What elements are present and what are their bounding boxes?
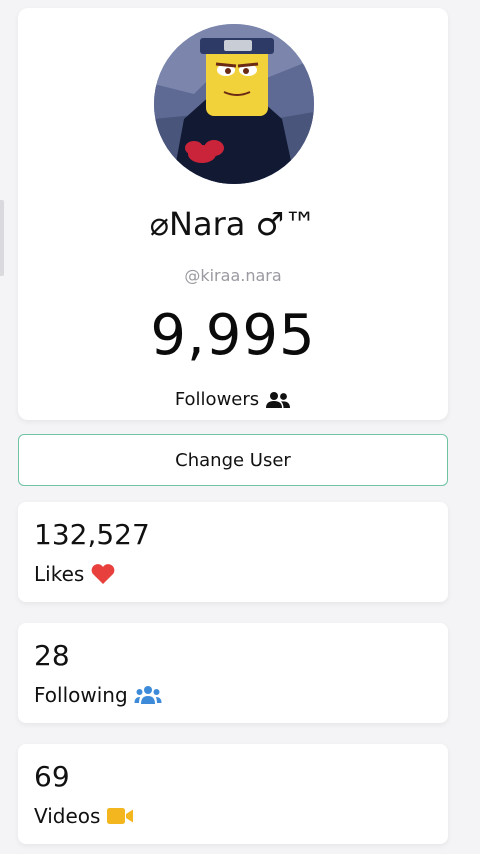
videos-count: 69 [34,760,70,793]
avatar[interactable] [154,24,314,184]
followers-row: Followers [18,389,448,410]
videos-row: Videos [34,804,134,828]
change-user-button[interactable]: Change User [18,434,448,486]
following-label: Following [34,683,128,707]
following-count: 28 [34,639,70,672]
stat-card-likes: 132,527 Likes [18,502,448,602]
left-edge-handle [0,200,4,276]
stat-card-videos: 69 Videos [18,744,448,844]
followers-label: Followers [174,389,260,410]
users-icon [134,685,162,705]
display-name: ⌀Nara ♂™ [149,205,317,243]
following-row: Following [34,683,162,707]
likes-label: Likes [34,562,85,586]
followers-count: 9,995 [150,303,316,368]
heart-icon [90,563,116,585]
username: @kiraa.nara [184,266,282,285]
stat-card-following: 28 Following [18,623,448,723]
profile-card: ⌀Nara ♂™ @kiraa.nara 9,995 Followers [18,8,448,420]
videos-label: Videos [34,804,101,828]
likes-count: 132,527 [34,518,150,551]
video-camera-icon [106,806,134,826]
users-icon [265,391,291,409]
likes-row: Likes [34,562,116,586]
